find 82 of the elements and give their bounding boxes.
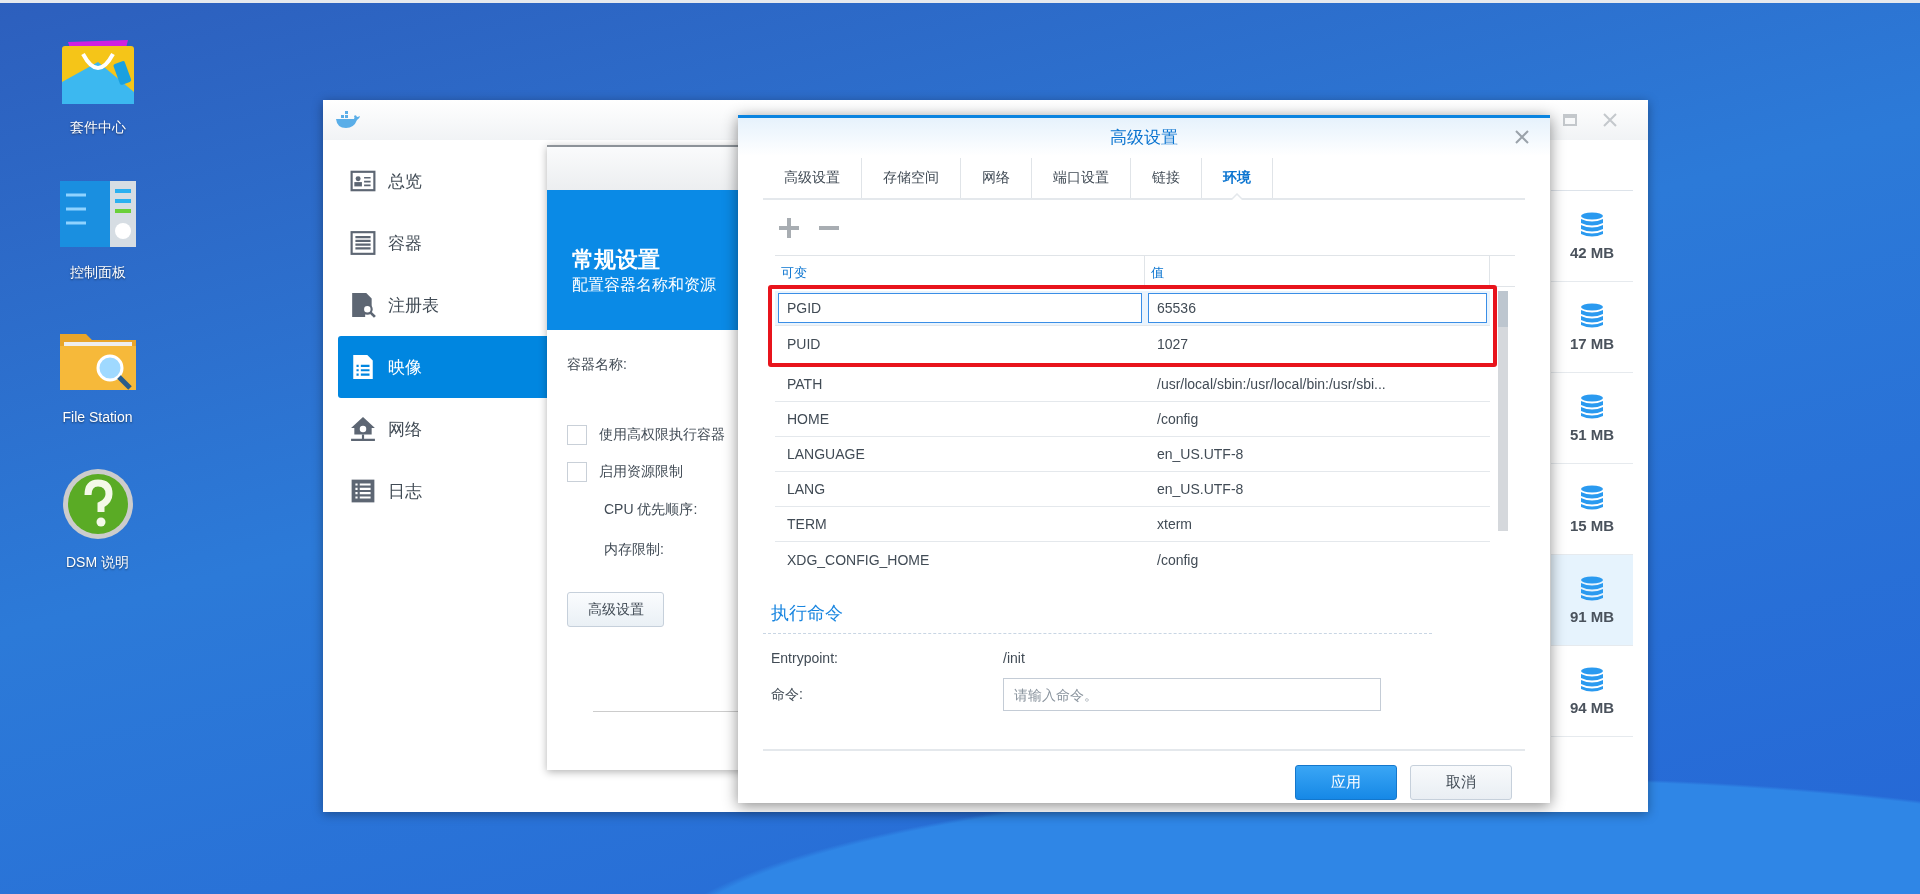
table-cell-text: 1027 — [1156, 334, 1190, 354]
table-row[interactable]: PGID 65536 — [775, 291, 1490, 326]
sidebar-item[interactable]: 容器 — [338, 212, 548, 274]
image-row[interactable]: 91 MB — [1551, 555, 1633, 646]
image-row[interactable]: 51 MB — [1551, 373, 1633, 464]
table-cell-text: /usr/local/sbin:/usr/local/bin:/usr/sbi... — [1156, 375, 1387, 394]
wizard-subtitle: 配置容器名称和资源 — [572, 275, 717, 295]
wizard-title: 常规设置 — [572, 246, 661, 274]
table-cell-text: en_US.UTF-8 — [1156, 445, 1245, 464]
desktop-icon-label[interactable]: File Station — [62, 409, 133, 425]
checkbox-label: 启用资源限制 — [599, 462, 683, 481]
add-icon[interactable] — [778, 216, 800, 239]
section-heading: 执行命令 — [763, 601, 1432, 634]
image-row[interactable]: 42 MB — [1551, 191, 1633, 282]
table-cell-text: LANGUAGE — [786, 445, 866, 464]
maximize-icon[interactable] — [1562, 112, 1578, 128]
sidebar-item[interactable]: 网络 — [338, 398, 548, 460]
checkbox-label: 使用高权限执行容器 — [599, 425, 725, 444]
document-icon — [350, 354, 376, 380]
close-icon[interactable] — [1602, 112, 1618, 128]
table-cell-text: en_US.UTF-8 — [1156, 480, 1245, 499]
table-cell-text: XDG_CONFIG_HOME — [786, 550, 931, 570]
table-row[interactable]: TERM xterm — [775, 507, 1490, 542]
entrypoint-value: /init — [1003, 650, 1026, 666]
table-cell-text: /config — [1156, 410, 1200, 429]
table-row[interactable]: HOME /config — [775, 402, 1490, 437]
table-cell-text: HOME — [786, 410, 830, 429]
id-card-icon — [350, 168, 376, 194]
table-row[interactable]: XDG_CONFIG_HOME /config — [775, 542, 1490, 577]
table-cell-text: PATH — [786, 375, 824, 394]
table-cell-text: TERM — [786, 515, 828, 534]
list-icon — [350, 478, 376, 504]
column-header[interactable]: 可变 — [775, 256, 1145, 286]
command-field[interactable]: 请输入命令。 — [1003, 678, 1381, 711]
sidebar-item[interactable]: 注册表 — [338, 274, 548, 336]
tab[interactable]: 网络 — [960, 158, 1031, 198]
database-icon — [1580, 211, 1604, 238]
sidebar-item[interactable]: 日志 — [338, 460, 548, 522]
table-row[interactable]: LANG en_US.UTF-8 — [775, 472, 1490, 507]
image-row[interactable]: 17 MB — [1551, 282, 1633, 373]
database-icon — [1580, 666, 1604, 693]
name-field[interactable]: PGID — [778, 293, 1142, 323]
image-row[interactable]: 94 MB — [1551, 646, 1633, 737]
document-search-icon — [350, 292, 376, 318]
checkbox[interactable] — [567, 424, 587, 445]
field-label: 内存限制: — [604, 541, 664, 559]
tab[interactable]: 存储空间 — [861, 158, 960, 198]
desktop-icon-label[interactable]: 控制面板 — [69, 264, 126, 282]
field-label: CPU 优先顺序: — [604, 501, 698, 519]
table-cell-text: /config — [1156, 550, 1200, 570]
whale-icon — [335, 111, 361, 129]
sidebar-item[interactable]: 映像 — [338, 336, 548, 398]
tab[interactable]: 环境 — [1201, 158, 1273, 198]
database-icon — [1580, 302, 1604, 329]
desktop-icon-label[interactable]: DSM 说明 — [66, 554, 129, 572]
container-icon — [350, 230, 376, 256]
column-header[interactable]: 值 — [1145, 256, 1490, 286]
tab[interactable]: 链接 — [1130, 158, 1201, 198]
value-field[interactable]: 65536 — [1148, 293, 1487, 323]
table-cell-text: PUID — [786, 334, 822, 354]
scrollbar[interactable] — [1497, 291, 1508, 531]
tab[interactable]: 端口设置 — [1031, 158, 1130, 198]
table-row[interactable]: LANGUAGE en_US.UTF-8 — [775, 437, 1490, 472]
table-cell-text: LANG — [786, 480, 827, 499]
field-label: Entrypoint: — [771, 650, 839, 666]
checkbox[interactable] — [567, 461, 587, 482]
table-row[interactable]: PUID 1027 — [775, 326, 1490, 361]
field-label: 容器名称: — [567, 356, 628, 374]
table-row[interactable]: PATH /usr/local/sbin:/usr/local/bin:/usr/sbi... — [775, 367, 1490, 402]
field-label: 命令: — [771, 685, 804, 704]
database-icon — [1580, 393, 1604, 420]
cancel-button[interactable]: 取消 — [1410, 765, 1512, 800]
desktop-icon-label[interactable]: 套件中心 — [69, 119, 126, 137]
database-icon — [1580, 575, 1604, 602]
close-icon[interactable] — [1514, 129, 1530, 145]
sidebar-item[interactable]: 总览 — [338, 150, 548, 212]
table-cell-text: xterm — [1156, 515, 1193, 534]
advanced-settings-button[interactable]: 高级设置 — [567, 592, 664, 627]
tab[interactable]: 高级设置 — [763, 158, 861, 198]
dialog-title: 高级设置 — [1110, 126, 1178, 149]
database-icon — [1580, 484, 1604, 511]
house-network-icon — [350, 416, 376, 442]
